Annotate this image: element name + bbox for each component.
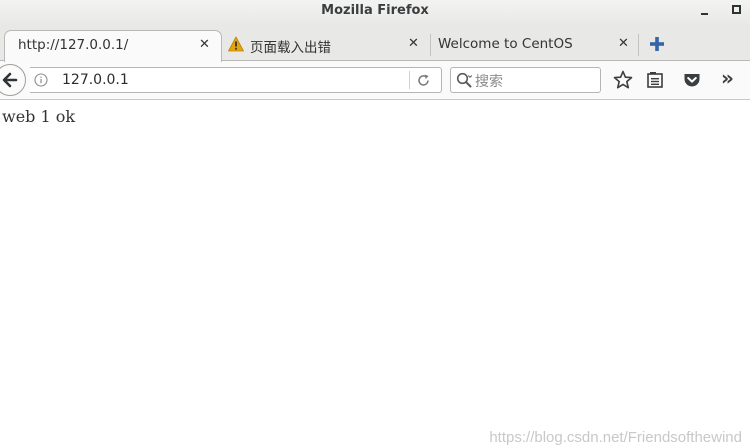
- search-bar[interactable]: 搜索: [450, 67, 601, 93]
- maximize-button[interactable]: [728, 2, 744, 18]
- tab-label: Welcome to CentOS: [438, 36, 573, 52]
- tab-label: http://127.0.0.1/: [18, 37, 129, 53]
- search-icon: [456, 72, 473, 88]
- tab-divider: [638, 34, 639, 56]
- site-info-icon[interactable]: [34, 73, 48, 87]
- reload-icon[interactable]: [416, 73, 431, 88]
- url-bar-divider: [409, 71, 410, 89]
- bookmark-star-icon[interactable]: [613, 70, 633, 90]
- tab-close-icon[interactable]: ✕: [618, 36, 629, 52]
- tab-close-icon[interactable]: ✕: [199, 37, 210, 53]
- watermark-text: https://blog.csdn.net/Friendsofthewind: [489, 429, 742, 446]
- tab-label: 页面载入出错: [250, 40, 331, 56]
- warning-icon: [228, 36, 244, 52]
- tab-strip: http://127.0.0.1/ ✕ 页面载入出错 ✕ Welcome to …: [0, 24, 750, 62]
- minimize-button[interactable]: [697, 2, 713, 18]
- url-bar[interactable]: 127.0.0.1: [30, 67, 442, 93]
- back-button[interactable]: [0, 64, 26, 96]
- page-content: web 1 ok https://blog.csdn.net/Friendsof…: [0, 99, 750, 448]
- nav-toolbar: 127.0.0.1 搜索 »: [0, 60, 750, 100]
- url-text[interactable]: 127.0.0.1: [62, 72, 129, 88]
- tab-divider: [430, 34, 431, 56]
- window-title: Mozilla Firefox: [321, 3, 429, 18]
- tab-close-icon[interactable]: ✕: [408, 36, 419, 52]
- overflow-menu-icon[interactable]: »: [721, 68, 741, 89]
- back-arrow-icon: [2, 72, 18, 88]
- window-titlebar: Mozilla Firefox: [0, 0, 750, 24]
- page-body-text: web 1 ok: [2, 107, 76, 126]
- tab-localhost[interactable]: http://127.0.0.1/ ✕: [4, 30, 222, 62]
- search-placeholder: 搜索: [475, 74, 503, 90]
- tab-page-load-error[interactable]: 页面载入出错 ✕: [224, 30, 430, 61]
- tab-welcome-centos[interactable]: Welcome to CentOS ✕: [432, 30, 638, 61]
- pocket-icon[interactable]: [682, 70, 702, 90]
- new-tab-plus-icon[interactable]: [648, 35, 666, 53]
- bookmarks-menu-icon[interactable]: [645, 70, 665, 90]
